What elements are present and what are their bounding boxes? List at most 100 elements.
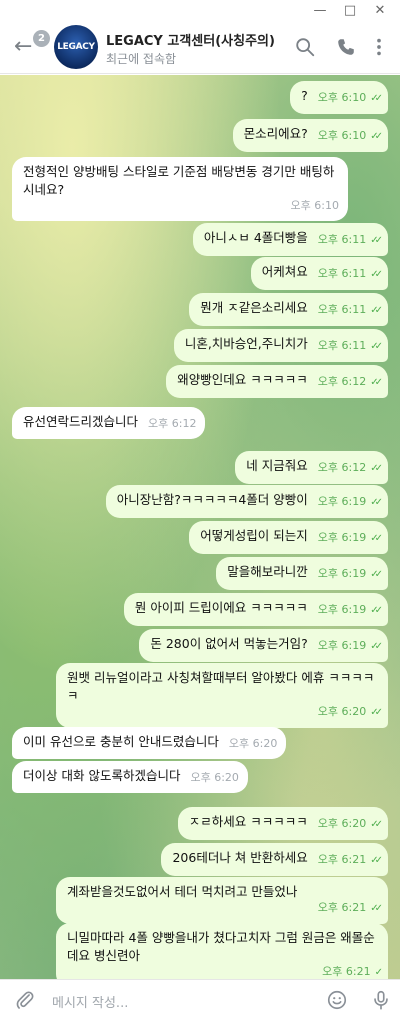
read-check-icon: ✓ [374,967,384,978]
message-time: 오후 6:12 ✓✓ [318,459,383,478]
avatar[interactable]: LEGACY [54,25,98,69]
chat-title[interactable]: LEGACY 고객센터(사칭주의) [106,30,275,49]
message-text: 더이상 대화 않도록하겠습니다 [23,768,181,783]
message-text: 어떻게성립이 되는지 [200,528,308,543]
close-icon[interactable]: ✕ [370,2,390,20]
message-text: 왜양빵인데요 ㅋㅋㅋㅋㅋ [177,372,308,387]
message-outgoing[interactable]: 206테더나 쳐 반환하세요 오후 6:21 ✓✓ [161,843,388,876]
message-outgoing[interactable]: 네 지금줘요 오후 6:12 ✓✓ [235,451,388,484]
read-check-icon: ✓✓ [370,93,383,104]
message-input[interactable]: 메시지 작성... [52,992,128,1011]
message-time: 오후 6:19 ✓✓ [318,565,383,584]
read-check-icon: ✓✓ [370,903,383,914]
emoji-icon[interactable] [326,989,348,1011]
message-text: 전형적인 양방배팅 스타일로 기준점 배당변동 경기만 배팅하시네요? [23,164,335,197]
read-check-icon: ✓✓ [370,377,383,388]
phone-icon[interactable] [335,36,357,58]
read-check-icon: ✓✓ [370,269,383,280]
read-check-icon: ✓✓ [370,235,383,246]
message-text: ? [301,88,308,103]
chat-header: ← 2 LEGACY LEGACY 고객센터(사칭주의) 최근에 접속함 [0,22,400,74]
message-outgoing[interactable]: ㅈㄹ하세요 ㅋㅋㅋㅋㅋ 오후 6:20 ✓✓ [177,807,388,840]
message-outgoing[interactable]: 뭔 아이피 드립이에요 ㅋㅋㅋㅋㅋ 오후 6:19 ✓✓ [123,593,388,626]
read-check-icon: ✓✓ [370,819,383,830]
more-vertical-icon[interactable] [368,36,390,58]
search-icon[interactable] [294,36,316,58]
paperclip-icon[interactable] [14,989,36,1011]
message-outgoing[interactable]: 니혼,치바승언,주니치가 오후 6:11 ✓✓ [173,329,388,362]
chat-status: 최근에 접속함 [106,52,177,66]
message-outgoing[interactable]: 돈 280이 없어서 먹놓는거임? 오후 6:19 ✓✓ [139,629,388,662]
back-arrow-icon[interactable]: ← [14,34,32,60]
message-text: 니혼,치바승언,주니치가 [184,336,308,351]
message-text: 원뱃 리뉴얼이라고 사칭쳐할때부터 알아봤다 에휴 ㅋㅋㅋㅋㅋ [67,670,375,703]
message-text: 어케쳐요 [261,264,308,279]
message-outgoing[interactable]: 어떻게성립이 되는지 오후 6:19 ✓✓ [189,521,388,554]
message-text: 뭔 아이피 드립이에요 ㅋㅋㅋㅋㅋ [134,600,308,615]
message-outgoing[interactable]: 아니장난함?ㅋㅋㅋㅋㅋ4폴더 양빵이 오후 6:19 ✓✓ [105,485,388,518]
message-time: 오후 6:11 ✓✓ [318,231,383,250]
message-outgoing[interactable]: ? 오후 6:10 ✓✓ [290,81,388,114]
message-outgoing[interactable]: 왜양빵인데요 ㅋㅋㅋㅋㅋ 오후 6:12 ✓✓ [166,365,388,398]
message-outgoing[interactable]: 아니ㅅㅂ 4폴더빵을 오후 6:11 ✓✓ [192,223,388,256]
message-time: 오후 6:20 [228,737,278,750]
read-check-icon: ✓✓ [370,707,383,718]
message-time: 오후 6:10 [290,199,339,212]
message-text: 아니장난함?ㅋㅋㅋㅋㅋ4폴더 양빵이 [116,492,308,507]
read-check-icon: ✓✓ [370,131,383,142]
message-text: 아니ㅅㅂ 4폴더빵을 [203,230,308,245]
message-outgoing[interactable]: 뭔개 ㅈ같은소리세요 오후 6:11 ✓✓ [189,293,388,326]
message-incoming[interactable]: 더이상 대화 않도록하겠습니다 오후 6:20 [12,761,248,793]
message-time: 오후 6:10 ✓✓ [318,127,383,146]
message-outgoing[interactable]: 어케쳐요 오후 6:11 ✓✓ [250,257,388,290]
message-time: 오후 6:20 ✓✓ [318,815,383,834]
read-check-icon: ✓✓ [370,641,383,652]
message-time: 오후 6:19 ✓✓ [318,529,383,548]
message-text: 네 지금줘요 [246,458,308,473]
message-text: 계좌받을것도없어서 테더 먹치려고 만들었나 [67,884,298,899]
message-outgoing[interactable]: 몬소리에요? 오후 6:10 ✓✓ [232,119,388,152]
message-text: 몬소리에요? [243,126,308,141]
unread-badge: 2 [33,30,50,47]
message-time: 오후 6:11 ✓✓ [318,301,383,320]
message-composer: 메시지 작성... [0,979,400,1021]
message-outgoing[interactable]: 계좌받을것도없어서 테더 먹치려고 만들었나 오후 6:21 ✓✓ [56,877,388,924]
message-time: 오후 6:11 ✓✓ [318,337,383,356]
message-text: 이미 유선으로 충분히 안내드렸습니다 [23,734,219,749]
message-time: 오후 6:11 ✓✓ [318,265,383,284]
read-check-icon: ✓✓ [370,569,383,580]
message-text: 돈 280이 없어서 먹놓는거임? [150,636,308,651]
read-check-icon: ✓✓ [370,497,383,508]
message-incoming[interactable]: 이미 유선으로 충분히 안내드렸습니다 오후 6:20 [12,727,287,759]
message-time: 오후 6:20 ✓✓ [67,703,383,722]
message-list[interactable]: ? 오후 6:10 ✓✓ 몬소리에요? 오후 6:10 ✓✓ 전형적인 양방배팅 스타일… [0,75,400,979]
read-check-icon: ✓✓ [370,855,383,866]
minimize-icon[interactable]: — [310,2,330,20]
read-check-icon: ✓✓ [370,341,383,352]
message-outgoing[interactable]: 니밀마따라 4폴 양빵을내가 쳤다고치자 그럼 원금은 왜몰순데요 병신련아 오… [56,923,388,979]
message-text: ㅈㄹ하세요 ㅋㅋㅋㅋㅋ [188,814,308,829]
message-time: 오후 6:10 ✓✓ [318,89,383,108]
message-time: 오후 6:21 ✓✓ [318,851,383,870]
message-time: 오후 6:20 [190,771,239,784]
microphone-icon[interactable] [370,988,392,1012]
message-outgoing[interactable]: 원뱃 리뉴얼이라고 사칭쳐할때부터 알아봤다 에휴 ㅋㅋㅋㅋㅋ 오후 6:20 ✓… [56,663,388,728]
message-outgoing[interactable]: 말을해보라니깐 오후 6:19 ✓✓ [216,557,388,590]
read-check-icon: ✓✓ [370,605,383,616]
maximize-icon[interactable]: □ [340,2,360,20]
message-text: 206테더나 쳐 반환하세요 [172,850,308,865]
message-text: 말을해보라니깐 [227,564,308,579]
message-time: 오후 6:21 ✓✓ [67,899,383,918]
message-time: 오후 6:19 ✓✓ [318,601,383,620]
message-text: 유선연락드리겠습니다 [23,414,139,429]
read-check-icon: ✓✓ [370,305,383,316]
read-check-icon: ✓✓ [370,533,383,544]
message-text: 니밀마따라 4폴 양빵을내가 쳤다고치자 그럼 원금은 왜몰순데요 병신련아 [67,930,375,963]
message-time: 오후 6:19 ✓✓ [318,637,383,656]
message-incoming[interactable]: 전형적인 양방배팅 스타일로 기준점 배당변동 경기만 배팅하시네요? 오후 6… [12,157,348,221]
message-time: 오후 6:12 ✓✓ [318,373,383,392]
window-titlebar: — □ ✕ [0,0,400,22]
message-incoming[interactable]: 유선연락드리겠습니다 오후 6:12 [12,407,206,439]
message-time: 오후 6:19 ✓✓ [318,493,383,512]
message-time: 오후 6:12 [148,417,197,430]
